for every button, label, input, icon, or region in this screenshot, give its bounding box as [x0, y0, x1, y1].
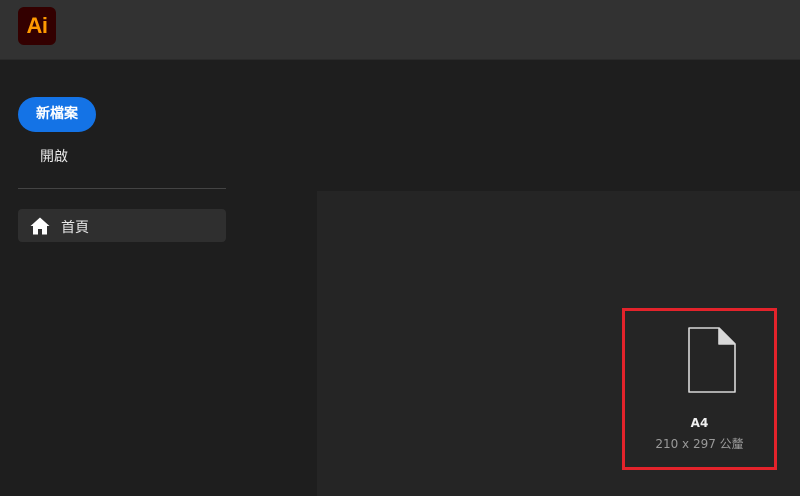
- preset-card-a4[interactable]: A4 210 x 297 公釐: [622, 308, 777, 470]
- preset-name: A4: [690, 416, 709, 430]
- home-icon: [30, 217, 50, 235]
- open-button[interactable]: 開啟: [40, 146, 68, 166]
- app-logo: Ai: [18, 7, 56, 45]
- top-bar: Ai: [0, 0, 800, 60]
- preset-size: 210 x 297 公釐: [655, 437, 744, 451]
- sidebar-divider: [18, 188, 226, 189]
- document-icon: [688, 327, 736, 393]
- new-file-button[interactable]: 新檔案: [18, 97, 96, 132]
- sidebar-item-label: 首頁: [61, 220, 89, 236]
- sidebar-item-home[interactable]: 首頁: [18, 209, 226, 242]
